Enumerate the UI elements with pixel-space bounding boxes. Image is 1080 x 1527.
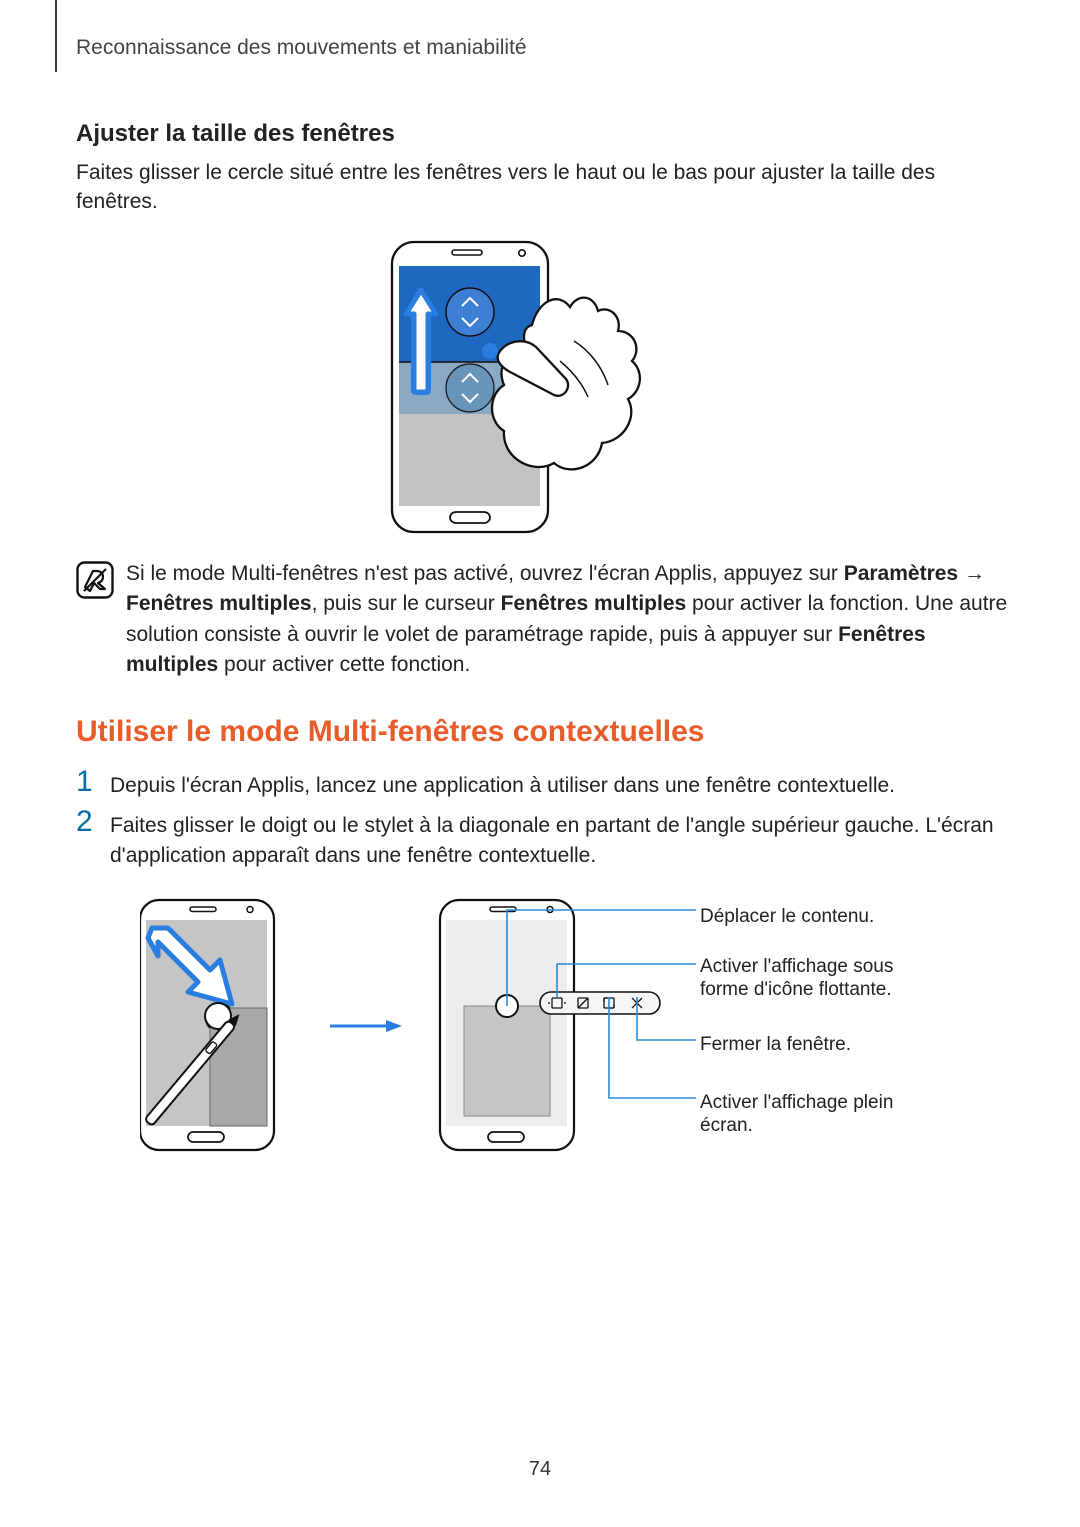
- note-text-2: →: [958, 562, 985, 585]
- para-adjust-windows: Faites glisser le cercle situé entre les…: [76, 158, 1008, 217]
- figure-resize-windows: [76, 237, 1008, 537]
- subheading-adjust-windows: Ajuster la taille des fenêtres: [76, 120, 1008, 148]
- step-number-1: 1: [76, 767, 110, 801]
- step-number-2: 2: [76, 807, 110, 872]
- figure-popup-window: Déplacer le contenu. Activer l'affichage…: [140, 894, 1008, 1174]
- note-multi-window: Si le mode Multi-fenêtres n'est pas acti…: [126, 559, 1008, 681]
- callout-fullscreen: Activer l'affichage plein écran.: [700, 1092, 940, 1138]
- note-text-1: Si le mode Multi-fenêtres n'est pas acti…: [126, 562, 844, 585]
- note-icon: [76, 561, 114, 599]
- note-text-3: , puis sur le curseur: [312, 592, 501, 615]
- callout-floating-icon: Activer l'affichage sous forme d'icône f…: [700, 956, 940, 1002]
- step-text-2: Faites glisser le doigt ou le stylet à l…: [110, 807, 1008, 872]
- note-bold-fenetres-multiples-1: Fenêtres multiples: [126, 592, 312, 615]
- callout-close-window: Fermer la fenêtre.: [700, 1034, 851, 1057]
- callout-move-content: Déplacer le contenu.: [700, 906, 874, 929]
- page-number: 74: [0, 1458, 1080, 1481]
- note-text-5: pour activer cette fonction.: [218, 653, 470, 676]
- step-text-1: Depuis l'écran Applis, lancez une applic…: [110, 767, 1008, 801]
- note-bold-parametres: Paramètres: [844, 562, 958, 585]
- note-bold-fenetres-multiples-2: Fenêtres multiples: [501, 592, 687, 615]
- page-header: Reconnaissance des mouvements et maniabi…: [76, 0, 1008, 60]
- heading-popup-multiwindow: Utiliser le mode Multi-fenêtres contextu…: [76, 715, 1008, 749]
